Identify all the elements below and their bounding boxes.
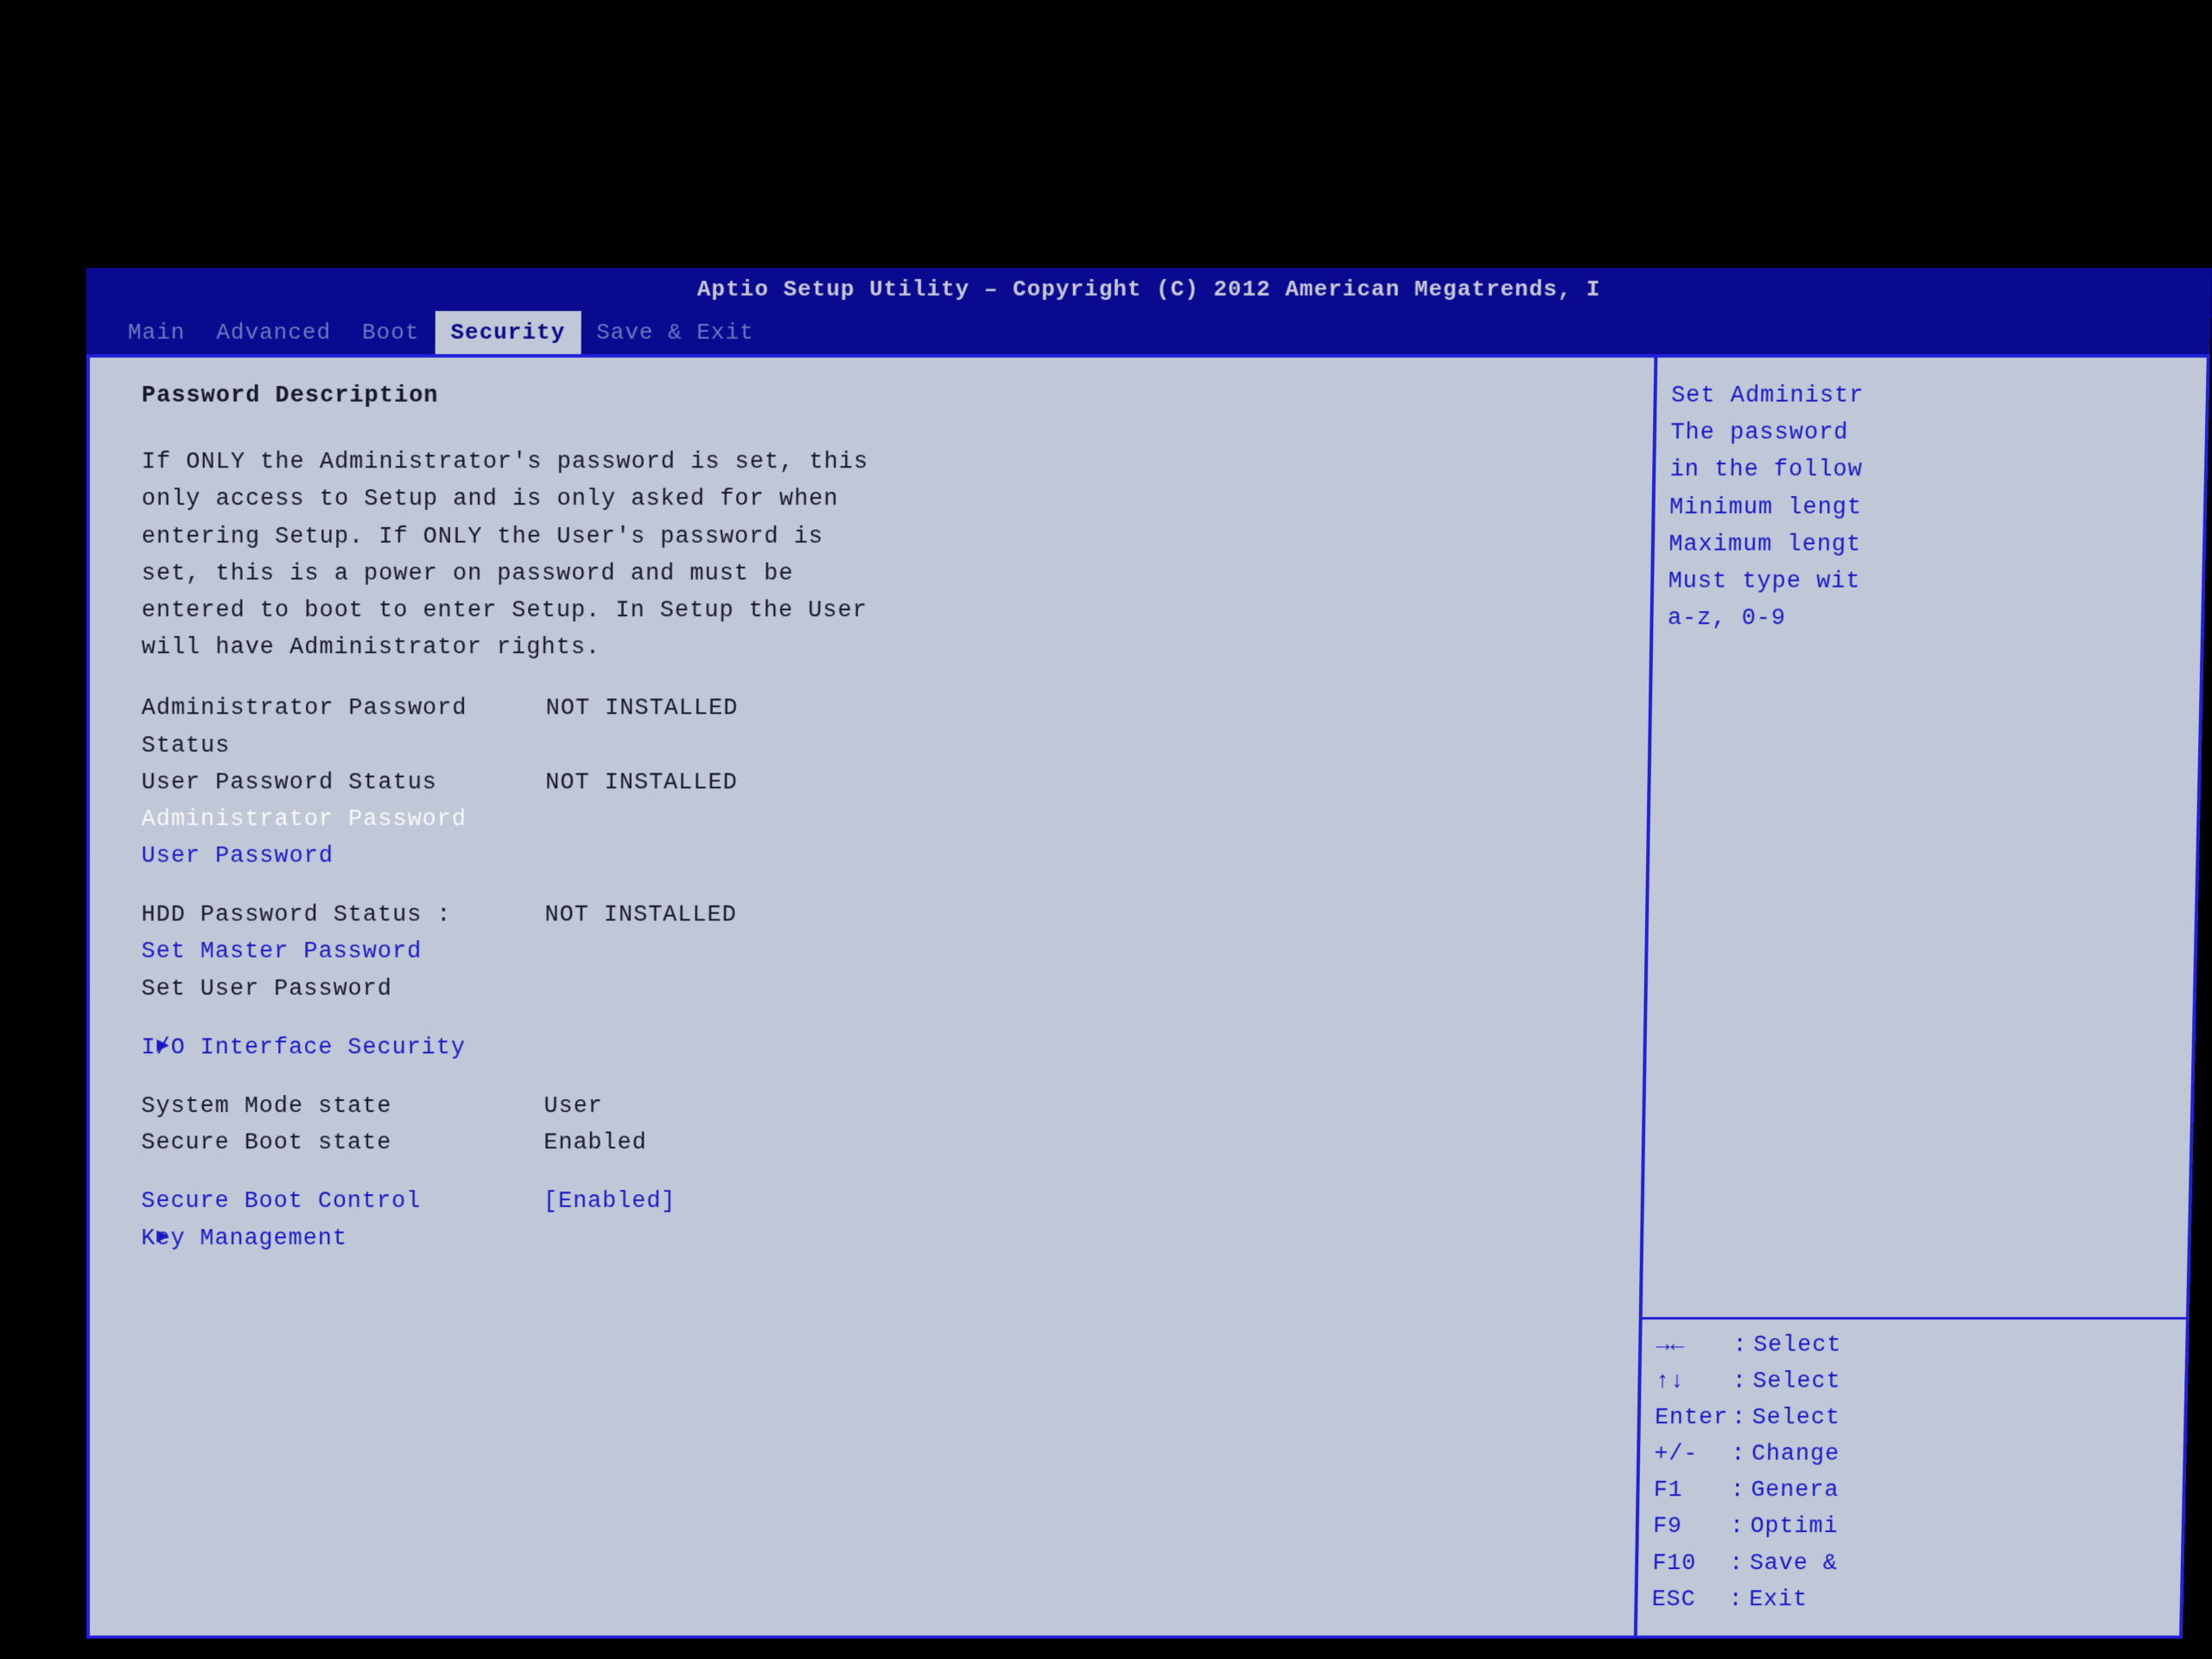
set-master-password-item[interactable]: Set Master Password	[142, 935, 1629, 972]
main-pane: Password Description If ONLY the Adminis…	[86, 354, 1658, 1639]
key-row: +/-: Change	[1654, 1437, 2173, 1473]
key-management-item[interactable]: ▶ Key Management	[141, 1221, 1624, 1257]
submenu-arrow-icon: ▶	[156, 1221, 169, 1254]
key-row: F10: Save &	[1652, 1546, 2171, 1582]
help-pane: Set Administr The password in the follow…	[1637, 354, 2210, 1639]
app-title: Aptio Setup Utility – Copyright (C) 2012…	[697, 276, 1601, 302]
submenu-arrow-icon: ▶	[156, 1030, 169, 1063]
tab-boot[interactable]: Boot	[346, 311, 435, 354]
title-bar: Aptio Setup Utility – Copyright (C) 2012…	[86, 268, 2212, 311]
help-text: Set Administr The password in the follow…	[1668, 378, 2196, 639]
tab-main[interactable]: Main	[112, 311, 200, 354]
administrator-password-item[interactable]: Administrator Password	[142, 802, 1630, 839]
tab-security[interactable]: Security	[435, 311, 581, 354]
user-password-status: User Password Status NOT INSTALLED	[142, 765, 1631, 802]
key-legend: →←: Select ↑↓: Select Enter: Select +/-:…	[1651, 1312, 2176, 1619]
key-row: →←: Select	[1656, 1327, 2176, 1363]
section-title: Password Description	[142, 378, 1637, 416]
set-user-password-item[interactable]: Set User Password	[142, 971, 1628, 1008]
tab-bar: Main Advanced Boot Security Save & Exit	[86, 311, 2211, 354]
secure-boot-control-item[interactable]: Secure Boot Control [Enabled]	[141, 1185, 1624, 1221]
key-row: Enter: Select	[1655, 1401, 2174, 1437]
key-row: F1: Genera	[1653, 1473, 2172, 1510]
password-description: If ONLY the Administrator's password is …	[142, 445, 884, 667]
system-mode-state: System Mode state User	[141, 1089, 1625, 1125]
divider	[1643, 1317, 2186, 1319]
key-row: ↑↓: Select	[1655, 1364, 2175, 1401]
admin-password-status: Administrator Password Status NOT INSTAL…	[142, 691, 1632, 766]
content: Password Description If ONLY the Adminis…	[86, 354, 2210, 1639]
user-password-item[interactable]: User Password	[142, 839, 1630, 876]
secure-boot-state: Secure Boot state Enabled	[141, 1126, 1624, 1162]
tab-advanced[interactable]: Advanced	[200, 311, 346, 354]
key-row: F9: Optimi	[1653, 1510, 2172, 1546]
hdd-password-status: HDD Password Status : NOT INSTALLED	[142, 898, 1629, 935]
tab-save-exit[interactable]: Save & Exit	[581, 311, 770, 354]
key-row: ESC: Exit	[1651, 1582, 2170, 1618]
bios-screen: Aptio Setup Utility – Copyright (C) 2012…	[86, 268, 2212, 1639]
io-interface-security-item[interactable]: ▶ I/O Interface Security	[141, 1030, 1626, 1066]
